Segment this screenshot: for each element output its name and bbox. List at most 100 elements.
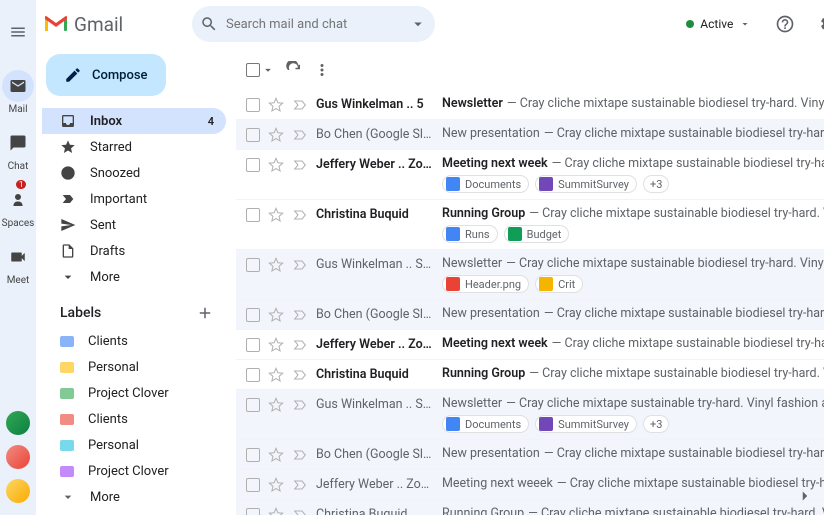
email-row[interactable]: Bo Chen (Google Slides) New presentation… <box>236 120 824 150</box>
email-row[interactable]: Jeffery Weber .. Zoe .. 2 Meeting next w… <box>236 330 824 360</box>
importance-marker[interactable] <box>292 127 308 143</box>
label-item[interactable]: Project Clover <box>42 458 226 484</box>
importance-marker[interactable] <box>292 507 308 515</box>
gmail-logo[interactable]: Gmail <box>44 13 184 36</box>
more-button[interactable] <box>313 61 331 79</box>
star-button[interactable] <box>268 367 284 383</box>
row-checkbox[interactable] <box>246 398 260 412</box>
refresh-button[interactable] <box>285 61 303 79</box>
subject: New presentation <box>442 446 540 461</box>
importance-marker[interactable] <box>292 447 308 463</box>
add-label-button[interactable] <box>196 304 214 322</box>
label-item[interactable]: Clients <box>42 328 226 354</box>
attachment-chip[interactable]: Crit <box>535 275 583 293</box>
image-icon <box>446 277 460 291</box>
avatar[interactable] <box>6 411 30 435</box>
select-all-checkbox[interactable] <box>246 63 260 77</box>
importance-marker[interactable] <box>292 97 308 113</box>
row-checkbox[interactable] <box>246 508 260 515</box>
importance-marker[interactable] <box>292 257 308 273</box>
attachment-chip[interactable]: Header.png <box>442 275 529 293</box>
attachment-chip[interactable]: Documents <box>442 415 529 433</box>
search-input[interactable] <box>226 17 401 32</box>
search-options-icon[interactable] <box>409 15 427 33</box>
importance-marker[interactable] <box>292 397 308 413</box>
row-checkbox[interactable] <box>246 128 260 142</box>
star-button[interactable] <box>268 207 284 223</box>
star-button[interactable] <box>268 477 284 493</box>
rail-mail[interactable]: Mail <box>2 64 35 121</box>
row-checkbox[interactable] <box>246 478 260 492</box>
nav-important[interactable]: Important <box>42 186 226 212</box>
row-checkbox[interactable] <box>246 208 260 222</box>
help-button[interactable] <box>767 6 803 42</box>
rail-spaces[interactable]: 1Spaces <box>2 178 35 235</box>
email-row[interactable]: Gus Winkelman .. Sam .. 5 Newsletter— Cr… <box>236 390 824 440</box>
attachment-chip[interactable]: SummitSurvey <box>535 415 637 433</box>
importance-marker[interactable] <box>292 307 308 323</box>
star-button[interactable] <box>268 507 284 515</box>
avatar[interactable] <box>6 445 30 469</box>
chip-more[interactable]: +3 <box>643 175 669 193</box>
importance-marker[interactable] <box>292 207 308 223</box>
sidebar: Compose Inbox4StarredSnoozedImportantSen… <box>36 48 236 515</box>
compose-button[interactable]: Compose <box>46 54 166 96</box>
row-checkbox[interactable] <box>246 98 260 112</box>
labels-more[interactable]: More <box>42 484 226 510</box>
email-row[interactable]: Bo Chen (Google Slides) New presentation… <box>236 440 824 470</box>
chevron-down-icon[interactable] <box>261 63 275 77</box>
settings-button[interactable] <box>811 6 824 42</box>
star-button[interactable] <box>268 337 284 353</box>
email-row[interactable]: Gus Winkelman .. 5 Newsletter— Cray clic… <box>236 90 824 120</box>
email-row[interactable]: Jeffery Weber .. Zoe .. 2 Meeting next w… <box>236 470 824 500</box>
attachment-chip[interactable]: Documents <box>442 175 529 193</box>
search-bar[interactable] <box>192 6 435 42</box>
row-checkbox[interactable] <box>246 158 260 172</box>
email-row[interactable]: Jeffery Weber .. Zoe .. 2 Meeting next w… <box>236 150 824 200</box>
rail-meet[interactable]: Meet <box>2 235 35 292</box>
label-item[interactable]: Clients <box>42 406 226 432</box>
nav-starred[interactable]: Starred <box>42 134 226 160</box>
label-item[interactable]: Personal <box>42 354 226 380</box>
attachment-chip[interactable]: Budget <box>504 225 570 243</box>
nav-drafts[interactable]: Drafts <box>42 238 226 264</box>
star-button[interactable] <box>268 397 284 413</box>
nav-inbox[interactable]: Inbox4 <box>42 108 226 134</box>
label-item[interactable]: Project Clover <box>42 380 226 406</box>
sender: Jeffery Weber .. Zoe .. 2 <box>316 157 434 172</box>
row-checkbox[interactable] <box>246 308 260 322</box>
chip-more[interactable]: +3 <box>643 415 669 433</box>
email-row[interactable]: Christina Buquid Running Group— Cray cli… <box>236 500 824 515</box>
importance-marker[interactable] <box>292 367 308 383</box>
docs-icon <box>446 227 460 241</box>
star-button[interactable] <box>268 307 284 323</box>
importance-marker[interactable] <box>292 477 308 493</box>
star-button[interactable] <box>268 127 284 143</box>
avatar[interactable] <box>6 479 30 503</box>
nav-sent[interactable]: Sent <box>42 212 226 238</box>
status-chip[interactable]: Active <box>678 13 759 35</box>
importance-marker[interactable] <box>292 157 308 173</box>
row-checkbox[interactable] <box>246 338 260 352</box>
importance-marker[interactable] <box>292 337 308 353</box>
main-menu-button[interactable] <box>0 14 36 50</box>
row-checkbox[interactable] <box>246 448 260 462</box>
star-button[interactable] <box>268 157 284 173</box>
star-button[interactable] <box>268 257 284 273</box>
email-row[interactable]: Bo Chen (Google Slides) New presentation… <box>236 300 824 330</box>
nav-snoozed[interactable]: Snoozed <box>42 160 226 186</box>
star-button[interactable] <box>268 447 284 463</box>
row-checkbox[interactable] <box>246 368 260 382</box>
star-button[interactable] <box>268 97 284 113</box>
rail-chat[interactable]: Chat <box>2 121 35 178</box>
hide-panel-button[interactable] <box>796 487 814 505</box>
email-row[interactable]: Gus Winkelman .. Sam .. 5 Newsletter— Cr… <box>236 250 824 300</box>
label-item[interactable]: Personal <box>42 432 226 458</box>
labels-header: Labels <box>60 305 101 321</box>
email-row[interactable]: Christina Buquid Running Group— Cray cli… <box>236 360 824 390</box>
email-row[interactable]: Christina Buquid Running Group— Cray cli… <box>236 200 824 250</box>
attachment-chip[interactable]: SummitSurvey <box>535 175 637 193</box>
row-checkbox[interactable] <box>246 258 260 272</box>
nav-more[interactable]: More <box>42 264 226 290</box>
attachment-chip[interactable]: Runs <box>442 225 498 243</box>
